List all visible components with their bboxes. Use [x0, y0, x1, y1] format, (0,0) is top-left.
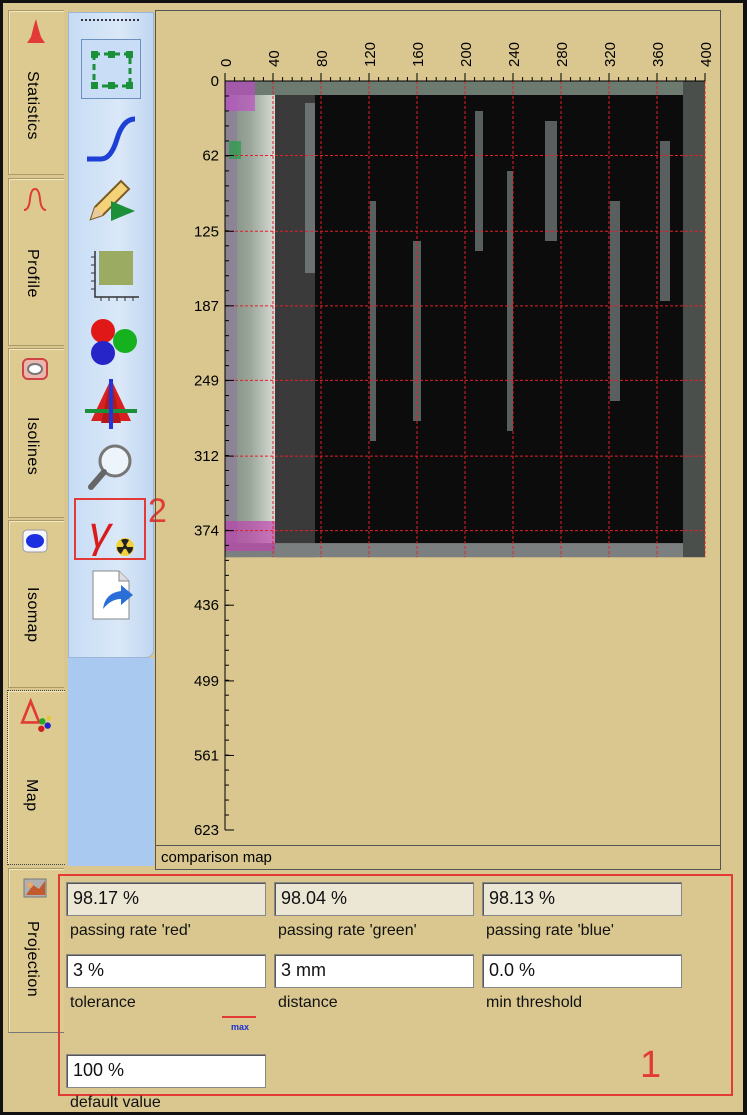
map-streak [305, 103, 315, 273]
max-color-indicator[interactable]: max [222, 1012, 258, 1036]
tab-label: Isolines [24, 417, 41, 476]
tab-label: Map [23, 779, 40, 812]
map-hotspot [229, 141, 241, 159]
map-hotspot [225, 521, 275, 551]
y-tick-label: 623 [194, 822, 219, 839]
x-tick-label: 40 [266, 50, 283, 67]
y-tick-label: 62 [202, 148, 219, 165]
magnifier-icon [88, 444, 132, 490]
min-threshold-input[interactable]: 0.0 % [482, 954, 682, 988]
tab-map[interactable]: Map [7, 690, 65, 865]
y-tick-label: 125 [194, 223, 219, 240]
map-streak [475, 111, 483, 251]
default-value-label: default value [70, 1094, 161, 1111]
passing-rate-blue-label: passing rate 'blue' [486, 922, 614, 939]
select-region-icon [91, 51, 133, 89]
map-streak [660, 141, 670, 301]
y-tick-label: 187 [194, 298, 219, 315]
map-streak [370, 201, 376, 441]
tolerance-label: tolerance [70, 994, 136, 1011]
isolines-icon [22, 358, 48, 380]
x-tick-label: 160 [410, 42, 427, 67]
map-streak [545, 121, 557, 241]
y-tick-label: 436 [194, 597, 219, 614]
chart-caption: comparison map [155, 846, 721, 870]
annotation-box-2 [74, 498, 146, 560]
x-tick-label: 400 [698, 42, 715, 67]
projection-icon [23, 878, 47, 898]
distance-label: distance [278, 994, 338, 1011]
tolerance-input[interactable]: 3 % [66, 954, 266, 988]
max-color-line [222, 1016, 256, 1018]
max-label: max [230, 1022, 249, 1032]
passing-rate-blue-field: 98.13 % [482, 882, 682, 916]
tab-label: Statistics [24, 71, 41, 141]
tab-profile[interactable]: Profile [8, 178, 64, 346]
export-button[interactable] [81, 565, 141, 625]
x-tick-label: 280 [554, 42, 571, 67]
map-streak [507, 171, 513, 431]
statistics-icon [27, 19, 45, 43]
x-tick-label: 120 [362, 42, 379, 67]
y-tick-label: 561 [194, 747, 219, 764]
passing-rate-red-field: 98.17 % [66, 882, 266, 916]
tab-statistics[interactable]: Statistics [8, 10, 64, 175]
pyramid-axes-icon [85, 379, 137, 429]
tab-projection[interactable]: Projection [8, 868, 64, 1033]
tab-label: Profile [24, 249, 41, 298]
y-tick-label: 0 [211, 73, 219, 90]
comparison-map-chart: 0 40 80 120 160 200 240 280 320 360 400 0 62 125 187 24… [194, 42, 715, 839]
tab-label: Projection [24, 921, 41, 998]
zoom-button[interactable] [81, 437, 141, 497]
image-grid-icon [91, 251, 139, 301]
color-balls-icon [91, 319, 137, 365]
x-tick-label: 320 [602, 42, 619, 67]
color-channels-button[interactable] [81, 311, 141, 371]
tool-palette: γ [68, 12, 154, 658]
select-region-button[interactable] [81, 39, 141, 99]
map-delta-icon [20, 697, 51, 732]
map-bottom-edge [225, 543, 705, 558]
map-hotspot [225, 81, 255, 111]
export-page-icon [92, 570, 133, 620]
toolbar-grip[interactable] [81, 19, 139, 21]
x-tick-label: 80 [314, 50, 331, 67]
passing-rate-green-field: 98.04 % [274, 882, 474, 916]
y-tick-label: 312 [194, 448, 219, 465]
curve-icon [87, 116, 136, 162]
x-tick-label: 200 [458, 42, 475, 67]
pencil-annotate-icon [89, 179, 135, 221]
y-tick-label: 249 [194, 372, 219, 389]
x-tick-label: 240 [506, 42, 523, 67]
x-tick-label: 360 [650, 42, 667, 67]
curve-tool-button[interactable] [81, 109, 141, 169]
isomap-icon [22, 529, 48, 553]
3d-view-button[interactable] [81, 373, 141, 433]
y-tick-label: 499 [194, 673, 219, 690]
profile-icon [23, 187, 47, 211]
annotate-button[interactable] [81, 171, 141, 231]
x-tick-label: 0 [218, 59, 235, 67]
toolbar-background [68, 658, 154, 866]
default-value-input[interactable]: 100 % [66, 1054, 266, 1088]
annotation-number-1: 1 [640, 1044, 662, 1086]
y-tick-label: 374 [194, 523, 219, 540]
passing-rate-red-label: passing rate 'red' [70, 922, 191, 939]
image-grid-button[interactable] [81, 245, 141, 305]
tab-isolines[interactable]: Isolines [8, 348, 64, 518]
map-right-edge [683, 81, 705, 558]
min-threshold-label: min threshold [486, 994, 583, 1011]
passing-rate-green-label: passing rate 'green' [278, 922, 417, 939]
tab-isomap[interactable]: Isomap [8, 520, 64, 688]
distance-input[interactable]: 3 mm [274, 954, 474, 988]
tab-label: Isomap [24, 587, 41, 643]
